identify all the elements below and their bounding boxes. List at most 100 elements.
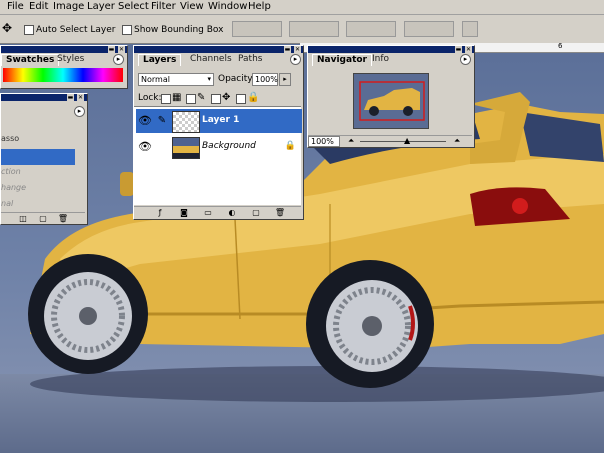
lock-image-checkbox[interactable]: [186, 94, 196, 104]
lock-position-checkbox[interactable]: [211, 94, 221, 104]
trash-icon[interactable]: 🗑: [57, 214, 69, 224]
lock-label: Lock:: [138, 93, 162, 103]
lock-icon: 🔒: [284, 141, 296, 151]
new-document-icon[interactable]: ▢: [37, 214, 49, 224]
close-icon[interactable]: ✕: [77, 94, 84, 101]
distribute-buttons-group-2[interactable]: [404, 21, 454, 37]
trash-icon[interactable]: 🗑: [274, 208, 286, 218]
front-wheel: [28, 254, 148, 374]
palette-menu-icon[interactable]: ▸: [74, 106, 85, 117]
tab-info[interactable]: Info: [368, 54, 393, 65]
close-icon[interactable]: ✕: [465, 46, 472, 53]
palette-menu-icon[interactable]: ▸: [290, 54, 301, 65]
brush-icon: ✎: [197, 92, 206, 103]
lock-transparency-checkbox[interactable]: [161, 94, 171, 104]
align-buttons-group[interactable]: [232, 21, 282, 37]
history-item[interactable]: ction: [1, 167, 75, 181]
menu-bar: File Edit Image Layer Select Filter View…: [0, 0, 604, 15]
menu-filter[interactable]: Filter: [151, 1, 176, 12]
options-bar: ✥ Auto Select Layer Show Bounding Box: [0, 15, 604, 44]
color-spectrum[interactable]: [3, 68, 123, 82]
layer-thumbnail-car: [172, 137, 200, 159]
show-bounding-label: Show Bounding Box: [134, 25, 224, 35]
menu-edit[interactable]: Edit: [29, 1, 48, 12]
layer-style-icon[interactable]: ƒ: [154, 208, 166, 218]
new-snapshot-icon[interactable]: ◫: [17, 214, 29, 224]
tab-swatches[interactable]: Swatches: [1, 54, 60, 66]
navigator-titlebar[interactable]: ▬ ✕: [308, 46, 474, 53]
history-item[interactable]: asso: [1, 134, 75, 148]
layer-name[interactable]: Layer 1: [202, 115, 239, 125]
show-bounding-checkbox[interactable]: [122, 25, 132, 35]
move-icon: ✥: [222, 92, 231, 103]
layers-list: 👁 ✎ Layer 1 👁 Background 🔒: [134, 106, 302, 205]
opacity-slider-icon[interactable]: ▸: [279, 73, 291, 86]
menu-layer[interactable]: Layer: [87, 1, 115, 12]
adjustment-layer-icon[interactable]: ◐: [226, 208, 238, 218]
layers-palette: ▬ ✕ Layers Channels Paths ▸ Normal ▾ Opa…: [133, 45, 304, 220]
tab-navigator[interactable]: Navigator: [312, 54, 372, 66]
distribute-buttons-group[interactable]: [346, 21, 396, 37]
link-slot[interactable]: [155, 140, 169, 154]
swatches-titlebar[interactable]: ▬ ✕: [1, 46, 127, 53]
tab-layers[interactable]: Layers: [138, 54, 182, 66]
tab-styles[interactable]: Styles: [53, 54, 88, 65]
history-footer: ◫ ▢ 🗑: [1, 212, 85, 224]
history-palette: ▬ ✕ ▸ asso ction hange nal ◫ ▢ 🗑: [0, 93, 88, 225]
zoom-slider-track[interactable]: [360, 141, 446, 142]
menu-select[interactable]: Select: [118, 1, 149, 12]
history-item[interactable]: hange: [1, 183, 75, 197]
transparency-icon: ▦: [172, 92, 182, 103]
zoom-in-icon[interactable]: ⏶: [454, 136, 460, 146]
layers-footer: ƒ ◙ ▭ ◐ ▢ 🗑: [134, 206, 301, 219]
history-item-selected[interactable]: [1, 149, 75, 165]
palette-menu-icon[interactable]: ▸: [460, 54, 471, 65]
close-icon[interactable]: ✕: [118, 46, 125, 53]
history-item[interactable]: nal: [1, 199, 75, 211]
auto-select-checkbox[interactable]: [24, 25, 34, 35]
close-icon[interactable]: ✕: [294, 46, 301, 53]
move-tool-icon[interactable]: ✥: [2, 22, 12, 34]
navigator-preview[interactable]: [353, 73, 429, 129]
zoom-slider-thumb[interactable]: ▲: [404, 136, 410, 145]
menu-window[interactable]: Window: [208, 1, 247, 12]
palette-menu-icon[interactable]: ▸: [113, 54, 124, 65]
layer-name[interactable]: Background: [202, 141, 256, 151]
new-layer-icon[interactable]: ▢: [250, 208, 262, 218]
ruler-mark: 6: [558, 42, 563, 50]
layer-row[interactable]: 👁 Background 🔒: [136, 135, 302, 159]
menu-file[interactable]: File: [7, 1, 24, 12]
add-mask-icon[interactable]: ◙: [178, 208, 190, 218]
opacity-input[interactable]: 100%: [252, 73, 278, 86]
eye-icon[interactable]: 👁: [138, 140, 152, 154]
navigator-palette: ▬ ✕ Navigator Info ▸ 100% ⏶ ▲ ⏶: [307, 45, 475, 148]
menu-view[interactable]: View: [180, 1, 204, 12]
minimize-icon[interactable]: ▬: [108, 46, 115, 53]
lock-all-checkbox[interactable]: [236, 94, 246, 104]
layer-thumbnail-transparent: [172, 111, 200, 133]
align-buttons-group-2[interactable]: [289, 21, 339, 37]
navigator-thumbnail: [354, 74, 428, 128]
chevron-down-icon: ▾: [207, 75, 211, 83]
layers-titlebar[interactable]: ▬ ✕: [134, 46, 303, 53]
new-set-icon[interactable]: ▭: [202, 208, 214, 218]
navigator-footer: 100% ⏶ ▲ ⏶: [308, 135, 472, 147]
minimize-icon[interactable]: ▬: [455, 46, 462, 53]
lock-icon: 🔒: [247, 92, 260, 103]
zoom-out-icon[interactable]: ⏶: [348, 136, 354, 146]
menu-image[interactable]: Image: [53, 1, 84, 12]
tab-channels[interactable]: Channels: [186, 54, 236, 65]
blend-mode-select[interactable]: Normal ▾: [138, 73, 214, 86]
auto-select-label: Auto Select Layer: [36, 25, 116, 35]
distribute-button[interactable]: [462, 21, 478, 37]
eye-icon[interactable]: 👁: [138, 114, 152, 128]
zoom-input[interactable]: 100%: [308, 136, 340, 147]
layer-row-selected[interactable]: 👁 ✎ Layer 1: [136, 109, 302, 133]
minimize-icon[interactable]: ▬: [284, 46, 291, 53]
minimize-icon[interactable]: ▬: [67, 94, 74, 101]
menu-help[interactable]: Help: [248, 1, 271, 12]
history-titlebar[interactable]: ▬ ✕: [1, 94, 87, 101]
brush-icon[interactable]: ✎: [155, 114, 169, 128]
tab-paths[interactable]: Paths: [234, 54, 266, 65]
rear-wheel: [306, 260, 434, 388]
